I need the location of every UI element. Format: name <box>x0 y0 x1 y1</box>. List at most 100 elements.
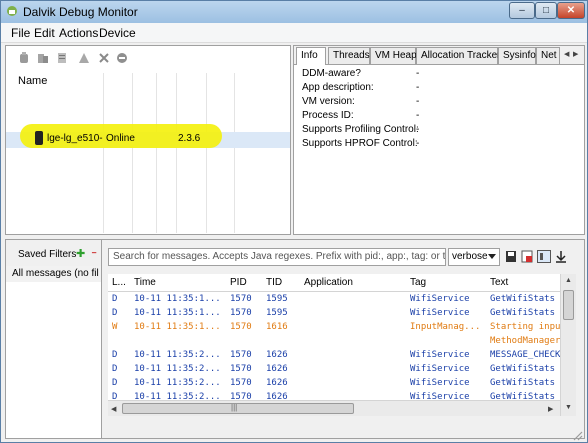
log-tid: 1626 <box>266 350 288 360</box>
log-row[interactable]: MethodManager#1 <box>108 334 560 348</box>
col-level[interactable]: L... <box>112 277 126 288</box>
log-table-header: L... Time PID TID Application Tag Text <box>108 274 560 292</box>
col-pid[interactable]: PID <box>230 277 247 288</box>
log-tag: WifiService <box>410 364 470 374</box>
tab-bar: Info Threads VM Heap Allocation Tracker … <box>294 46 584 65</box>
scroll-down-icon[interactable]: ▼ <box>565 404 572 411</box>
clear-log-icon[interactable] <box>521 250 533 263</box>
log-row[interactable]: D 10-11 11:35:1... 1570 1595 WifiService… <box>108 292 560 306</box>
log-row[interactable]: D 10-11 11:35:2... 1570 1626 WifiService… <box>108 362 560 376</box>
toggle-filters-icon[interactable] <box>537 250 551 263</box>
add-filter-icon[interactable]: ✚ <box>76 249 86 260</box>
search-input[interactable]: Search for messages. Accepts Java regexe… <box>108 248 446 266</box>
col-tid[interactable]: TID <box>266 277 282 288</box>
log-tag: WifiService <box>410 294 470 304</box>
menu-edit[interactable]: Edit <box>34 26 55 40</box>
filter-all-messages[interactable]: All messages (no fil <box>6 266 101 282</box>
log-level: D <box>112 294 118 304</box>
log-pid: 1570 <box>230 364 252 374</box>
name-column-header[interactable]: Name <box>18 75 47 87</box>
log-row[interactable]: D 10-11 11:35:2... 1570 1626 WifiService… <box>108 348 560 362</box>
tab-network[interactable]: Net <box>536 47 560 64</box>
info-vm-version-label: VM version: <box>302 96 355 107</box>
update-threads-icon[interactable] <box>98 52 110 64</box>
scroll-left-icon[interactable]: ◀ <box>111 405 116 413</box>
log-level: D <box>112 350 118 360</box>
menu-actions[interactable]: Actions <box>59 26 98 40</box>
maximize-button[interactable]: □ <box>535 2 557 19</box>
tabs-scroll-left-icon[interactable]: ◀ <box>564 50 569 58</box>
devices-table-header: Name <box>6 69 290 109</box>
log-tid: 1626 <box>266 378 288 388</box>
scroll-right-icon[interactable]: ▶ <box>548 405 553 413</box>
log-row[interactable]: W 10-11 11:35:1... 1570 1616 InputManag.… <box>108 320 560 334</box>
dump-hprof-icon[interactable] <box>56 52 68 64</box>
update-heap-icon[interactable] <box>37 52 49 64</box>
col-application[interactable]: Application <box>304 277 353 288</box>
ddms-window: Dalvik Debug Monitor – □ ✕ File Edit Act… <box>0 0 588 443</box>
menu-device[interactable]: Device <box>99 26 136 40</box>
log-level: W <box>112 322 118 332</box>
log-pid: 1570 <box>230 350 252 360</box>
log-text: GetWifiStats : <box>490 378 560 388</box>
save-log-icon[interactable] <box>505 250 517 263</box>
log-horizontal-scrollbar[interactable]: ◀ ||| ▶ <box>108 400 560 416</box>
log-level: D <box>112 378 118 388</box>
device-name[interactable]: lge-lg_e510-8( <box>47 133 103 144</box>
close-button[interactable]: ✕ <box>557 2 585 19</box>
scroll-up-icon[interactable]: ▲ <box>565 277 572 284</box>
log-level-value: verbose <box>452 251 488 262</box>
tab-info[interactable]: Info <box>296 47 326 65</box>
cause-gc-icon[interactable] <box>78 52 90 64</box>
device-status: Online <box>106 133 135 144</box>
stop-process-icon[interactable] <box>116 52 128 64</box>
resize-grip-icon[interactable] <box>571 429 583 441</box>
minimize-button[interactable]: – <box>509 2 535 19</box>
log-time: 10-11 11:35:1... <box>134 322 221 332</box>
log-tag: WifiService <box>410 308 470 318</box>
tab-threads[interactable]: Threads <box>328 47 370 64</box>
info-ddm-aware-value: - <box>416 68 420 79</box>
info-profiling-label: Supports Profiling Control: <box>302 124 419 135</box>
info-ddm-aware-label: DDM-aware? <box>302 68 361 79</box>
col-time[interactable]: Time <box>134 277 156 288</box>
log-level-select[interactable]: verbose <box>448 248 500 266</box>
log-tid: 1595 <box>266 308 288 318</box>
log-time: 10-11 11:35:2... <box>134 350 221 360</box>
remove-filter-icon[interactable]: ━ <box>92 249 100 259</box>
log-pid: 1570 <box>230 308 252 318</box>
saved-filters-header: Saved Filters ✚ ━ <box>6 240 101 266</box>
saved-filters-label: Saved Filters <box>18 249 77 260</box>
log-tag: InputManag... <box>410 322 481 332</box>
title-bar[interactable]: Dalvik Debug Monitor – □ ✕ <box>1 1 587 23</box>
log-text: GetWifiStats : <box>490 308 560 318</box>
debug-process-icon[interactable] <box>18 52 30 64</box>
info-process-id-value: - <box>416 110 420 121</box>
log-pid: 1570 <box>230 294 252 304</box>
col-tag[interactable]: Tag <box>410 277 426 288</box>
tab-vm-heap[interactable]: VM Heap <box>370 47 417 64</box>
log-table-body: D 10-11 11:35:1... 1570 1595 WifiService… <box>108 292 560 406</box>
log-row[interactable]: D 10-11 11:35:1... 1570 1595 WifiService… <box>108 306 560 320</box>
log-time: 10-11 11:35:1... <box>134 294 221 304</box>
log-level: D <box>112 308 118 318</box>
info-hprof-value: - <box>416 138 420 149</box>
log-vertical-scrollbar[interactable]: ▲ ▼ <box>560 274 576 416</box>
tab-allocation-tracker[interactable]: Allocation Tracker <box>416 47 500 64</box>
log-text: MethodManager#1 <box>490 336 560 346</box>
menu-file[interactable]: File <box>11 26 30 40</box>
vertical-scroll-thumb[interactable] <box>563 290 574 320</box>
info-app-description-label: App description: <box>302 82 374 93</box>
info-panel: Info Threads VM Heap Allocation Tracker … <box>293 45 585 235</box>
tab-sysinfo[interactable]: Sysinfo <box>498 47 536 64</box>
log-text: Starting input <box>490 322 560 332</box>
devices-panel: Name lge-lg_e510-8( Online 2.3.6 <box>5 45 291 235</box>
scroll-lock-icon[interactable] <box>555 250 567 263</box>
log-text: GetWifiStats st <box>490 364 560 374</box>
log-row[interactable]: D 10-11 11:35:2... 1570 1626 WifiService… <box>108 376 560 390</box>
horizontal-scroll-thumb[interactable]: ||| <box>122 403 354 414</box>
col-text[interactable]: Text <box>490 277 508 288</box>
info-profiling-value: - <box>416 124 420 135</box>
tabs-scroll-right-icon[interactable]: ▶ <box>573 50 578 58</box>
log-pid: 1570 <box>230 322 252 332</box>
